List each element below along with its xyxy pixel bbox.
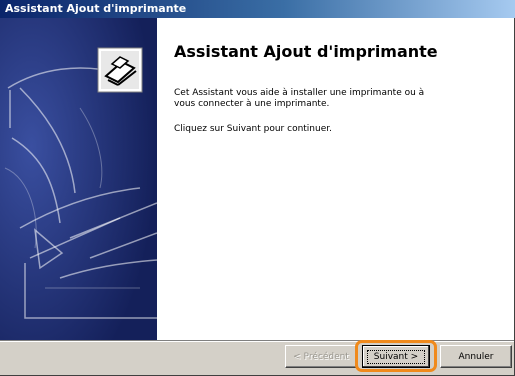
printer-icon xyxy=(97,47,143,93)
window-title: Assistant Ajout d'imprimante xyxy=(5,2,187,15)
wizard-content: Assistant Ajout d'imprimante Cet Assista… xyxy=(157,18,514,340)
button-separator xyxy=(0,340,514,342)
printer-illustration xyxy=(0,18,157,340)
wizard-window: Assistant Ajout d'imprimante Assistant A… xyxy=(0,0,515,376)
next-button-label: Suivant > xyxy=(366,349,426,364)
wizard-instruction: Cliquez sur Suivant pour continuer. xyxy=(174,124,332,134)
back-button[interactable]: < Précédent xyxy=(285,345,357,368)
cancel-button[interactable]: Annuler xyxy=(440,345,512,368)
wizard-heading: Assistant Ajout d'imprimante xyxy=(174,42,438,61)
title-bar[interactable]: Assistant Ajout d'imprimante xyxy=(0,0,515,18)
next-button[interactable]: Suivant > xyxy=(362,345,430,368)
wizard-side-panel xyxy=(0,18,157,340)
wizard-description: Cet Assistant vous aide à installer une … xyxy=(174,88,425,109)
